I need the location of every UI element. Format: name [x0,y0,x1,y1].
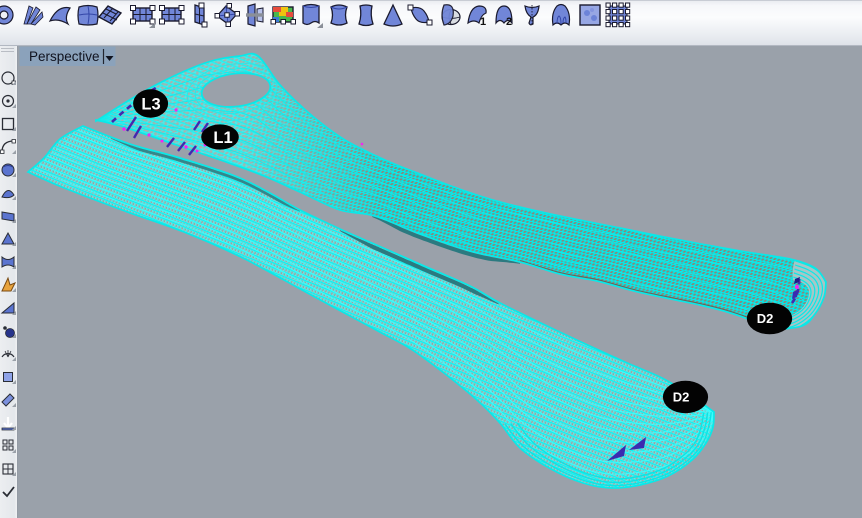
svg-text:D2: D2 [757,311,774,326]
svg-text:2: 2 [506,16,512,28]
svg-text:L1: L1 [213,129,232,147]
svg-text:1: 1 [480,16,486,28]
svg-text:L3: L3 [141,96,160,114]
svg-text:Perspective: Perspective [29,49,100,64]
svg-text:D2: D2 [673,390,690,405]
